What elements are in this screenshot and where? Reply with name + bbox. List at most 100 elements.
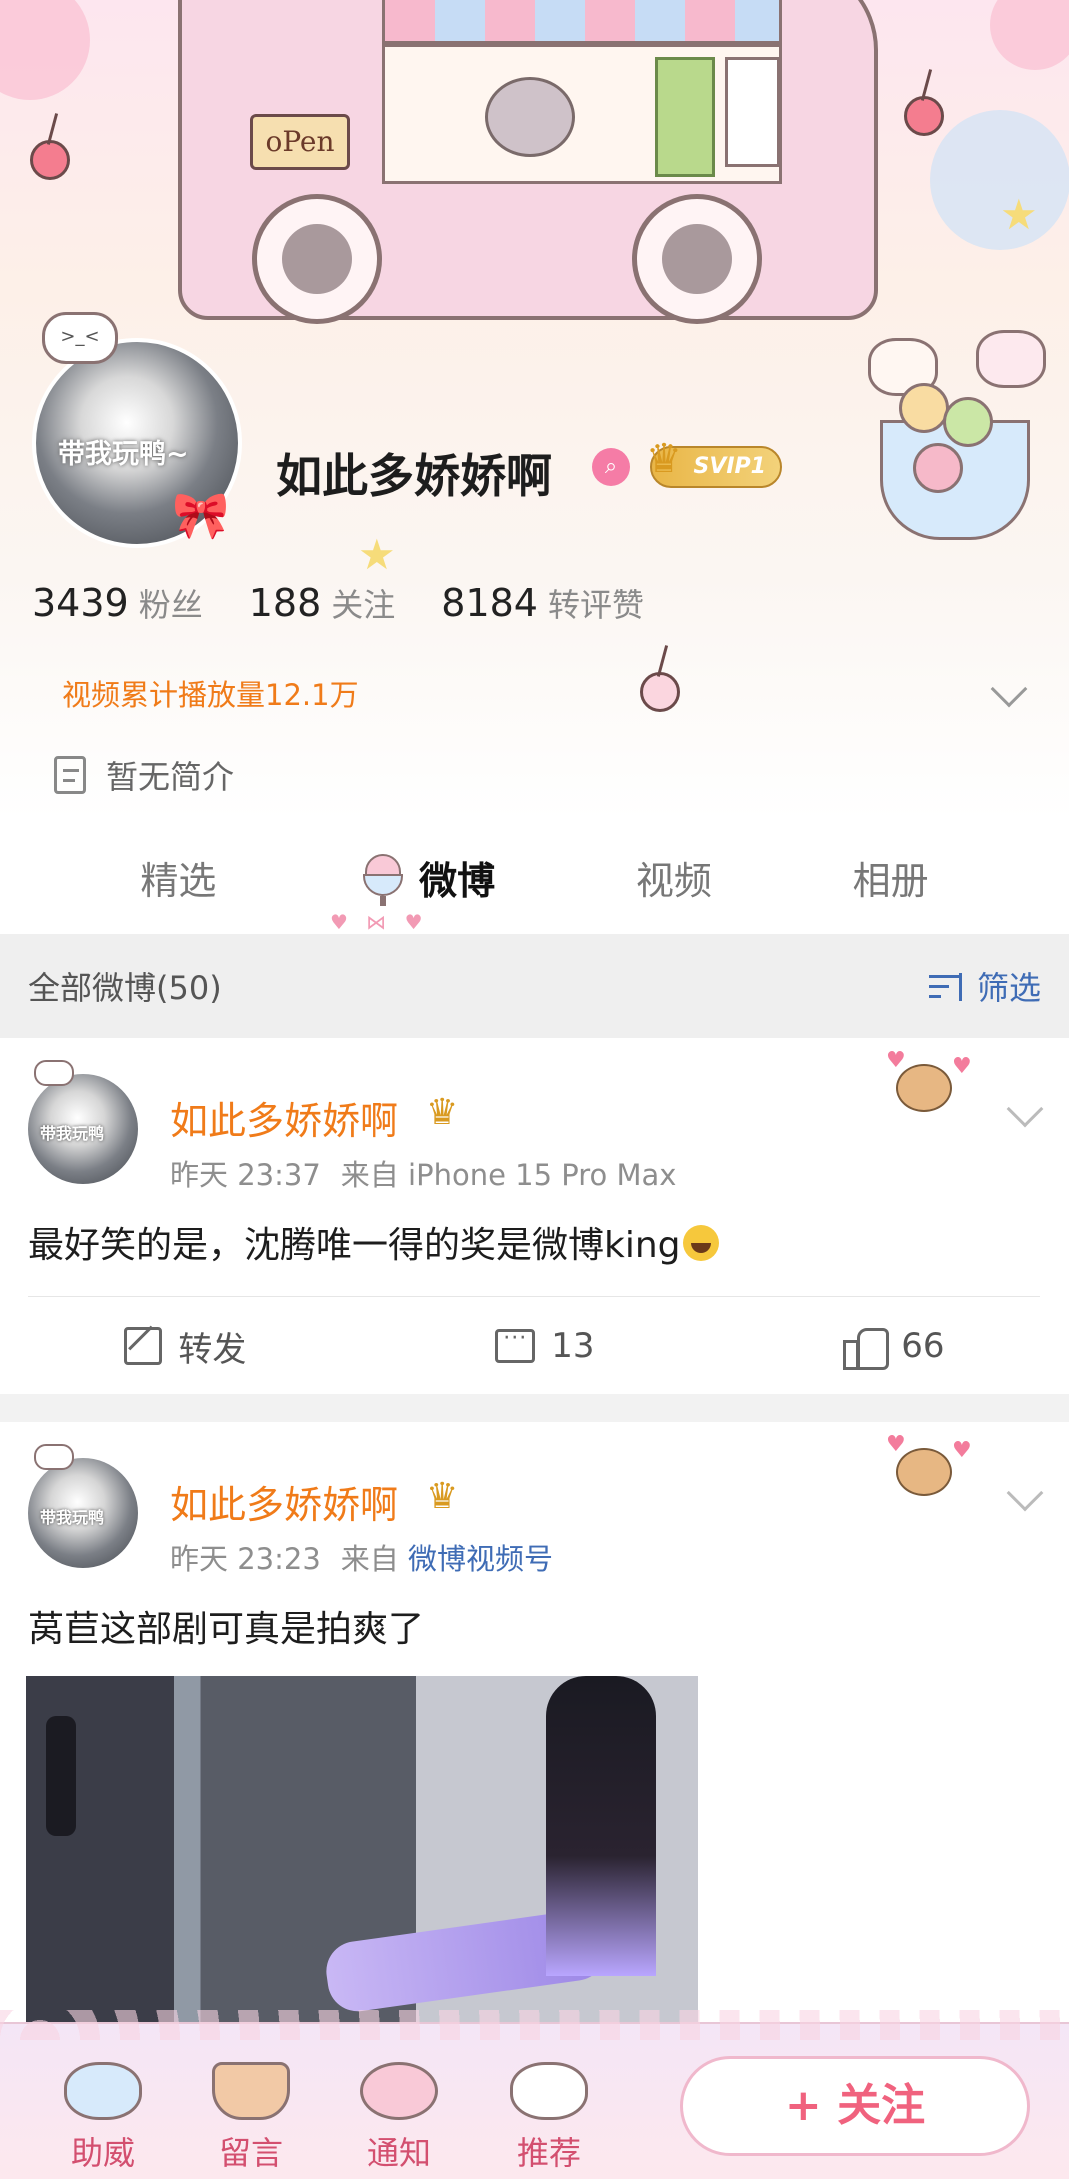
profile-tabs: 精选 微博 视频 相册 ♥ ⋈ ♥: [0, 820, 1069, 934]
truck-wheel-icon: [632, 194, 762, 324]
like-count: 66: [901, 1326, 945, 1366]
share-icon: [124, 1327, 163, 1365]
puppy-sticker-icon: ♥ ♥: [886, 1432, 972, 1510]
source-link[interactable]: 微博视频号: [408, 1542, 553, 1576]
post-time: 昨天 23:37: [170, 1158, 321, 1192]
bunny-icon: [60, 2050, 146, 2122]
fridge-icon: [655, 57, 715, 177]
nav-cheer[interactable]: 助威: [48, 2050, 158, 2174]
comment-count: 13: [551, 1326, 595, 1366]
nav-label: 推荐: [516, 2134, 581, 2172]
repost-button[interactable]: 转发: [124, 1322, 246, 1371]
puppy-sticker-icon: ♥ ♥: [886, 1048, 972, 1126]
post-time: 昨天 23:23: [170, 1542, 321, 1576]
source-prefix: 来自: [340, 1158, 399, 1192]
filter-bar: 全部微博(50) 筛选: [0, 934, 1069, 1038]
stat-fans[interactable]: 3439 粉丝: [32, 580, 203, 626]
tab-label: 相册: [852, 858, 929, 903]
sundae-cup: [363, 874, 404, 896]
koala-chef-icon: [485, 77, 575, 157]
nav-recommend[interactable]: 推荐: [494, 2050, 604, 2174]
post-text: 最好笑的是，沈腾唯一得的奖是微博king: [28, 1216, 719, 1268]
follow-button[interactable]: + 关注: [680, 2056, 1030, 2156]
speech-bubble-icon: >_<: [42, 312, 118, 364]
cherry-decoration: [30, 140, 70, 180]
bio-row: 暂无简介: [54, 752, 234, 798]
divider: [28, 1296, 1040, 1297]
post-source: 来自 微博视频号: [341, 1536, 553, 1578]
tab-featured[interactable]: 精选: [140, 850, 216, 905]
stat-value: 188: [248, 581, 322, 625]
profile-stats: 3439 粉丝 188 关注 8184 转评赞: [32, 580, 644, 626]
nav-message[interactable]: 留言: [196, 2050, 306, 2174]
image-detail: [46, 1716, 76, 1836]
stat-label: 转评赞: [548, 586, 645, 624]
post-text-body: 最好笑的是，沈腾唯一得的奖是微博king: [28, 1225, 681, 1266]
profile-name: 如此多娇娇啊: [276, 449, 552, 503]
stat-interactions[interactable]: 8184 转评赞: [441, 580, 644, 626]
thumbs-up-icon: [843, 1326, 890, 1370]
stat-label: 关注: [331, 586, 396, 624]
crown-icon: ♛: [646, 436, 682, 482]
tab-video[interactable]: 视频: [636, 850, 712, 905]
menu-board-icon: [725, 57, 780, 167]
stat-following[interactable]: 188 关注: [249, 580, 396, 626]
star-decoration: ★: [358, 530, 396, 579]
post-video-thumbnail[interactable]: [26, 1676, 698, 2022]
all-posts-count: 全部微博(50): [28, 969, 222, 1007]
pink-badge-icon[interactable]: ⌕: [592, 448, 630, 486]
chevron-down-icon[interactable]: [1006, 1090, 1044, 1128]
star-decoration: ★: [1000, 190, 1038, 239]
feed-post: 带我玩鸭 如此多娇娇啊 ♛ 昨天 23:23 来自 微博视频号 ♥ ♥ 莴苣这部…: [0, 1422, 1069, 2022]
bow-icon: 🎀: [172, 488, 230, 542]
stat-label: 粉丝: [138, 586, 203, 624]
post-avatar[interactable]: 带我玩鸭: [28, 1060, 138, 1184]
nav-label: 助威: [70, 2134, 135, 2172]
post-actions: 转发 13 66: [0, 1298, 1069, 1394]
nav-notification[interactable]: 通知: [344, 2050, 454, 2174]
scoop-icon: [913, 443, 963, 493]
repost-label: 转发: [178, 1329, 247, 1370]
tab-weibo[interactable]: 微博: [357, 848, 495, 906]
source-device: iPhone 15 Pro Max: [408, 1158, 677, 1192]
speech-bubble-icon: [34, 1444, 74, 1470]
puppy-icon: [506, 2050, 592, 2122]
tab-album[interactable]: 相册: [853, 850, 929, 905]
cake-icon: [208, 2050, 294, 2122]
flower-decoration: [0, 0, 90, 100]
laugh-emoji-icon: [682, 1225, 719, 1261]
post-text: 莴苣这部剧可真是拍爽了: [28, 1609, 425, 1650]
tab-indicator-icon: ♥ ⋈ ♥: [330, 910, 429, 934]
stat-value: 3439: [32, 581, 129, 625]
post-meta: 昨天 23:23 来自 微博视频号: [170, 1536, 553, 1578]
image-detail: [546, 1676, 656, 1976]
post-avatar[interactable]: 带我玩鸭: [28, 1444, 138, 1568]
truck-awning: [382, 0, 782, 44]
sundae-stem: [380, 896, 387, 906]
post-author[interactable]: 如此多娇娇啊: [170, 1474, 398, 1529]
filter-button-label: 筛选: [976, 969, 1041, 1007]
ice-cream-bowl-icon: [880, 383, 1030, 540]
crown-icon: ♛: [426, 1476, 459, 1517]
sundae-icon: [357, 848, 409, 906]
source-prefix: 来自: [340, 1542, 399, 1576]
truck-wheel-icon: [252, 194, 382, 324]
chevron-down-icon[interactable]: [1006, 1474, 1044, 1512]
profile-header: ★ ★ ★ oPen 带我玩鸭~ >_< 🎀 如此多娇娇啊 ⌕ SVIP1 ♛ …: [0, 0, 1069, 820]
chevron-down-icon[interactable]: [990, 670, 1028, 708]
video-play-count: 视频累计播放量12.1万: [62, 678, 359, 712]
crown-icon: ♛: [426, 1092, 459, 1133]
comment-button[interactable]: 13: [495, 1326, 594, 1366]
bio-text: 暂无简介: [106, 758, 235, 796]
like-button[interactable]: 66: [843, 1326, 945, 1370]
scoop-icon: [899, 383, 949, 433]
cherry-decoration: [640, 672, 680, 712]
bear-sticker-icon: [976, 330, 1046, 388]
avatar-caption: 带我玩鸭~: [58, 439, 189, 470]
filter-button[interactable]: 筛选: [928, 963, 1041, 1009]
scoop-icon: [943, 397, 993, 447]
cherry-decoration: [904, 96, 944, 136]
tab-label: 视频: [635, 858, 712, 903]
tab-label: 微博: [419, 858, 496, 903]
post-author[interactable]: 如此多娇娇啊: [170, 1090, 398, 1145]
